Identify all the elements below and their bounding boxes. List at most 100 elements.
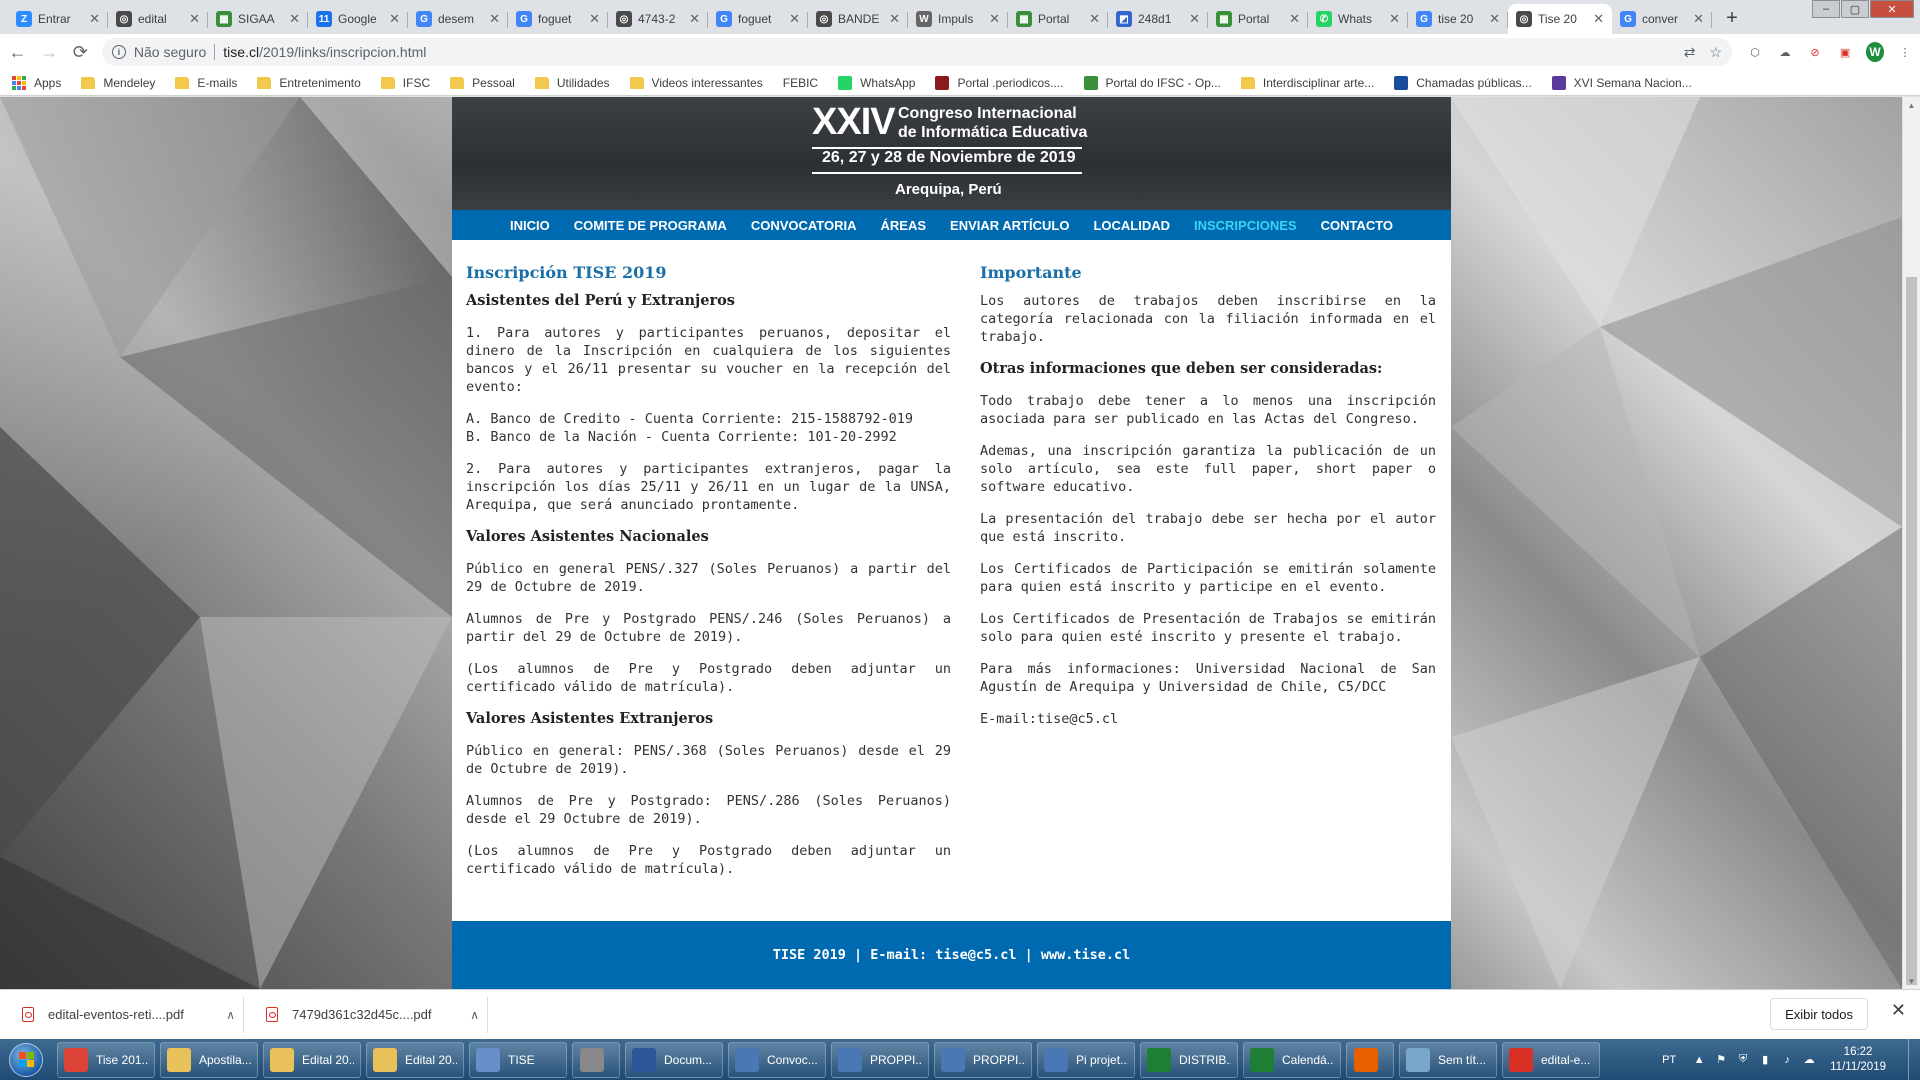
tab-close-icon[interactable]: ✕: [1189, 11, 1200, 27]
cloud-icon[interactable]: ☁: [1776, 43, 1794, 61]
browser-tab[interactable]: ▦ Portal ✕: [1008, 4, 1108, 34]
bookmark-item[interactable]: Videos interessantes: [629, 76, 763, 90]
taskbar-button[interactable]: Edital 20...: [263, 1041, 361, 1078]
scroll-down-icon[interactable]: ▼: [1903, 973, 1920, 989]
browser-tab[interactable]: Gfoguet ✕: [708, 4, 808, 34]
bookmark-item[interactable]: Apps: [12, 75, 61, 90]
bookmark-item[interactable]: Mendeley: [81, 76, 155, 90]
tab-close-icon[interactable]: ✕: [1489, 11, 1500, 27]
minimize-button[interactable]: –: [1812, 0, 1840, 18]
back-button[interactable]: ←: [4, 37, 31, 67]
browser-tab[interactable]: ▦ Portal ✕: [1208, 4, 1308, 34]
browser-tab[interactable]: ✆ Whats ✕: [1308, 4, 1408, 34]
chevron-up-icon[interactable]: ∧: [226, 1008, 235, 1022]
contact-email[interactable]: E-mail:tise@c5.cl: [980, 710, 1436, 728]
maximize-button[interactable]: ▢: [1841, 0, 1869, 18]
bookmark-item[interactable]: IFSC: [380, 76, 430, 90]
browser-tab[interactable]: ◎ Tise 20 ✕: [1508, 4, 1612, 34]
tab-close-icon[interactable]: ✕: [289, 11, 300, 27]
taskbar-button[interactable]: Edital 20...: [366, 1041, 464, 1078]
volume-icon[interactable]: ♪: [1780, 1053, 1794, 1067]
tab-close-icon[interactable]: ✕: [889, 11, 900, 27]
profile-avatar[interactable]: W: [1866, 42, 1885, 62]
bookmark-item[interactable]: Entretenimento: [257, 76, 361, 90]
tab-close-icon[interactable]: ✕: [689, 11, 700, 27]
nav-link-localidad[interactable]: LOCALIDAD: [1093, 218, 1170, 233]
taskbar-button[interactable]: TISE: [469, 1041, 567, 1078]
tab-close-icon[interactable]: ✕: [1693, 11, 1704, 27]
show-hidden-icons-icon[interactable]: ▲: [1692, 1053, 1706, 1067]
nav-link-inicio[interactable]: INICIO: [510, 218, 550, 233]
browser-tab[interactable]: ◎ edital ✕: [108, 4, 208, 34]
browser-tab[interactable]: Gfoguet ✕: [508, 4, 608, 34]
bookmark-item[interactable]: FEBIC: [783, 76, 818, 90]
taskbar-button[interactable]: Calendá...: [1243, 1041, 1341, 1078]
bookmark-item[interactable]: Utilidades: [534, 76, 610, 90]
tab-close-icon[interactable]: ✕: [1389, 11, 1400, 27]
browser-tab[interactable]: Z Entrar ✕: [8, 4, 108, 34]
flash-icon[interactable]: ⊘: [1806, 43, 1824, 61]
nav-link-comite-de-programa[interactable]: COMITE DE PROGRAMA: [574, 218, 727, 233]
nav-link-convocatoria[interactable]: CONVOCATORIA: [751, 218, 857, 233]
new-tab-button[interactable]: +: [1718, 4, 1746, 32]
bookmark-item[interactable]: Chamadas públicas...: [1394, 75, 1532, 90]
vertical-scrollbar[interactable]: ▲ ▼: [1902, 97, 1920, 989]
menu-icon[interactable]: ⋮: [1896, 43, 1914, 61]
forward-button[interactable]: →: [35, 37, 62, 67]
language-indicator[interactable]: PT: [1662, 1054, 1676, 1066]
browser-tab[interactable]: Gconver ✕: [1612, 4, 1712, 34]
browser-tab[interactable]: 11 Google ✕: [308, 4, 408, 34]
browser-tab[interactable]: Gdesem ✕: [408, 4, 508, 34]
pdf-extension-icon[interactable]: ▣: [1836, 43, 1854, 61]
taskbar-button[interactable]: Tise 201...: [57, 1041, 155, 1078]
network-signal-icon[interactable]: ▮: [1758, 1053, 1772, 1067]
close-window-button[interactable]: ✕: [1870, 0, 1914, 18]
info-icon[interactable]: i: [111, 45, 126, 59]
chevron-up-icon[interactable]: ∧: [470, 1008, 479, 1022]
bookmark-item[interactable]: XVI Semana Nacion...: [1551, 75, 1692, 90]
close-icon[interactable]: ✕: [1891, 1000, 1906, 1021]
taskbar-button[interactable]: PROPPI...: [831, 1041, 929, 1078]
taskbar-button[interactable]: PROPPI...: [934, 1041, 1032, 1078]
tab-close-icon[interactable]: ✕: [489, 11, 500, 27]
bookmark-item[interactable]: Portal .periodicos....: [935, 75, 1064, 90]
tab-close-icon[interactable]: ✕: [389, 11, 400, 27]
taskbar-button[interactable]: Convoc...: [728, 1041, 826, 1078]
browser-tab[interactable]: ◎ 4743-2 ✕: [608, 4, 708, 34]
tab-close-icon[interactable]: ✕: [789, 11, 800, 27]
taskbar-button[interactable]: Sem tít...: [1399, 1041, 1497, 1078]
reload-button[interactable]: ⟳: [67, 37, 94, 67]
bookmark-item[interactable]: WhatsApp: [838, 75, 915, 90]
nav-link-enviar-art-culo[interactable]: ENVIAR ARTÍCULO: [950, 218, 1069, 233]
taskbar-button[interactable]: Docum...: [625, 1041, 723, 1078]
taskbar-button[interactable]: Apostila...: [160, 1041, 258, 1078]
browser-tab[interactable]: ◩ 248d1 ✕: [1108, 4, 1208, 34]
taskbar-button[interactable]: [1346, 1041, 1394, 1078]
extension-icon[interactable]: ⬡: [1746, 43, 1764, 61]
tab-close-icon[interactable]: ✕: [989, 11, 1000, 27]
tab-close-icon[interactable]: ✕: [1289, 11, 1300, 27]
bookmark-item[interactable]: E-mails: [175, 76, 237, 90]
scroll-up-icon[interactable]: ▲: [1903, 97, 1920, 113]
taskbar-button[interactable]: Pi projet...: [1037, 1041, 1135, 1078]
bookmark-item[interactable]: Interdisciplinar arte...: [1240, 76, 1374, 90]
scrollbar-thumb[interactable]: [1906, 277, 1917, 985]
bookmark-star-icon[interactable]: ☆: [1709, 44, 1722, 61]
cloud-sync-icon[interactable]: ☁: [1802, 1053, 1816, 1067]
security-icon[interactable]: ⛨: [1736, 1053, 1750, 1067]
browser-tab[interactable]: ▦ SIGAA ✕: [208, 4, 308, 34]
start-button[interactable]: [0, 1039, 52, 1080]
tab-close-icon[interactable]: ✕: [589, 11, 600, 27]
taskbar-button[interactable]: edital-e...: [1502, 1041, 1600, 1078]
action-center-flag-icon[interactable]: ⚑: [1714, 1053, 1728, 1067]
show-all-downloads-button[interactable]: Exibir todos: [1770, 998, 1868, 1030]
nav-link--reas[interactable]: ÁREAS: [881, 218, 927, 233]
bookmark-item[interactable]: Pessoal: [450, 76, 515, 90]
browser-tab[interactable]: Gtise 20 ✕: [1408, 4, 1508, 34]
tab-close-icon[interactable]: ✕: [1089, 11, 1100, 27]
tab-close-icon[interactable]: ✕: [189, 11, 200, 27]
download-item[interactable]: edital-eventos-reti....pdf ∧: [14, 996, 244, 1033]
nav-link-inscripciones[interactable]: INSCRIPCIONES: [1194, 218, 1297, 233]
address-bar[interactable]: i Não seguro tise.cl/2019/links/inscripc…: [101, 38, 1733, 66]
clock[interactable]: 16:22 11/11/2019: [1830, 1045, 1886, 1075]
